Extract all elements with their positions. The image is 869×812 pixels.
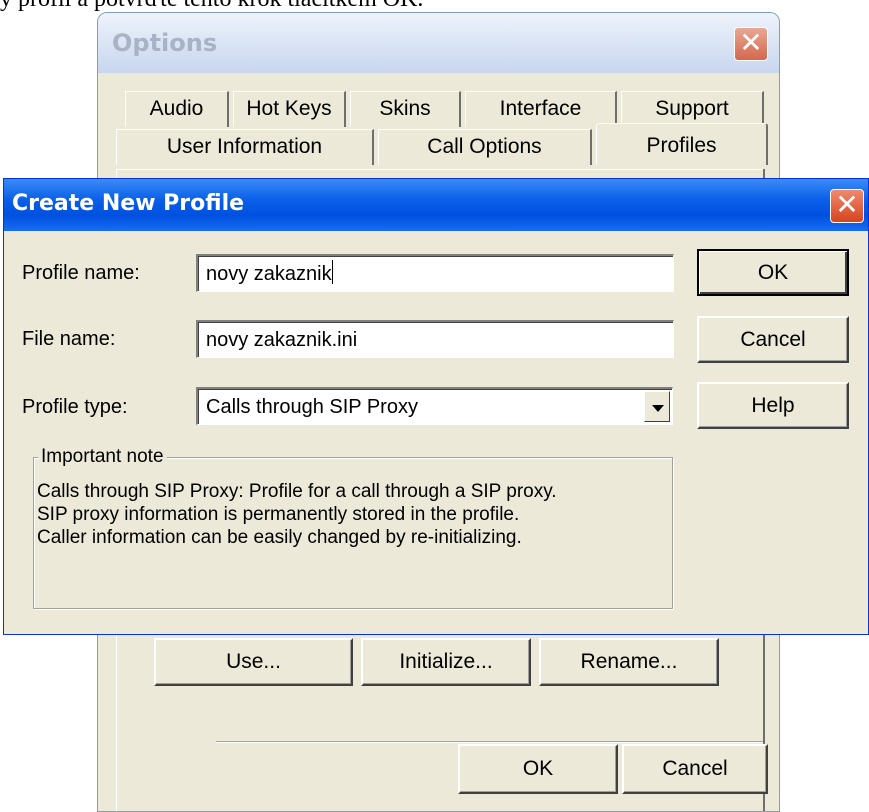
chevron-down-icon[interactable] bbox=[644, 391, 670, 422]
options-close-icon[interactable]: ✕ bbox=[734, 27, 768, 61]
options-separator bbox=[216, 741, 763, 743]
dialog-cancel-button[interactable]: Cancel bbox=[697, 316, 849, 363]
tab-call-options[interactable]: Call Options bbox=[378, 129, 592, 165]
rename-button[interactable]: Rename... bbox=[539, 638, 719, 686]
options-panel-top-edge bbox=[116, 169, 765, 170]
note-line: Calls through SIP Proxy: Profile for a c… bbox=[37, 481, 557, 502]
tab-profiles[interactable]: Profiles bbox=[596, 123, 768, 165]
use-button[interactable]: Use... bbox=[154, 638, 353, 686]
profile-name-label: Profile name: bbox=[22, 262, 140, 284]
tab-user-information[interactable]: User Information bbox=[116, 129, 374, 165]
important-note-title: Important note bbox=[38, 446, 167, 468]
important-note-group: Important note Calls through SIP Proxy: … bbox=[33, 446, 673, 609]
options-cancel-button[interactable]: Cancel bbox=[622, 744, 768, 794]
note-line: SIP proxy information is permanently sto… bbox=[37, 504, 520, 525]
file-name-label: File name: bbox=[22, 328, 116, 350]
tab-interface[interactable]: Interface bbox=[465, 91, 617, 127]
options-title-bar[interactable]: Options ✕ bbox=[98, 13, 779, 73]
dialog-title-bar[interactable]: Create New Profile ✕ bbox=[4, 179, 868, 231]
options-ok-button[interactable]: OK bbox=[458, 744, 618, 794]
initialize-button[interactable]: Initialize... bbox=[361, 638, 531, 686]
tab-hot-keys[interactable]: Hot Keys bbox=[233, 91, 346, 127]
important-note-text: Calls through SIP Proxy: Profile for a c… bbox=[37, 480, 557, 549]
dialog-ok-button[interactable]: OK bbox=[697, 249, 849, 296]
profile-type-value: Calls through SIP Proxy bbox=[206, 396, 418, 418]
profile-type-select[interactable]: Calls through SIP Proxy bbox=[196, 387, 673, 425]
file-name-input[interactable]: novy zakaznik.ini bbox=[196, 320, 674, 358]
profile-name-value: novy zakaznik bbox=[206, 263, 332, 285]
dialog-close-icon[interactable]: ✕ bbox=[830, 189, 864, 223]
profile-name-input[interactable]: novy zakaznik bbox=[196, 254, 674, 292]
dialog-title: Create New Profile bbox=[12, 191, 245, 216]
tab-support[interactable]: Support bbox=[621, 91, 764, 127]
note-line: Caller information can be easily changed… bbox=[37, 527, 522, 548]
text-caret bbox=[331, 260, 333, 284]
dialog-help-button[interactable]: Help bbox=[697, 382, 849, 429]
tab-audio[interactable]: Audio bbox=[125, 91, 229, 127]
options-title: Options bbox=[112, 29, 218, 57]
tab-skins[interactable]: Skins bbox=[350, 91, 461, 127]
profile-type-label: Profile type: bbox=[22, 396, 128, 418]
